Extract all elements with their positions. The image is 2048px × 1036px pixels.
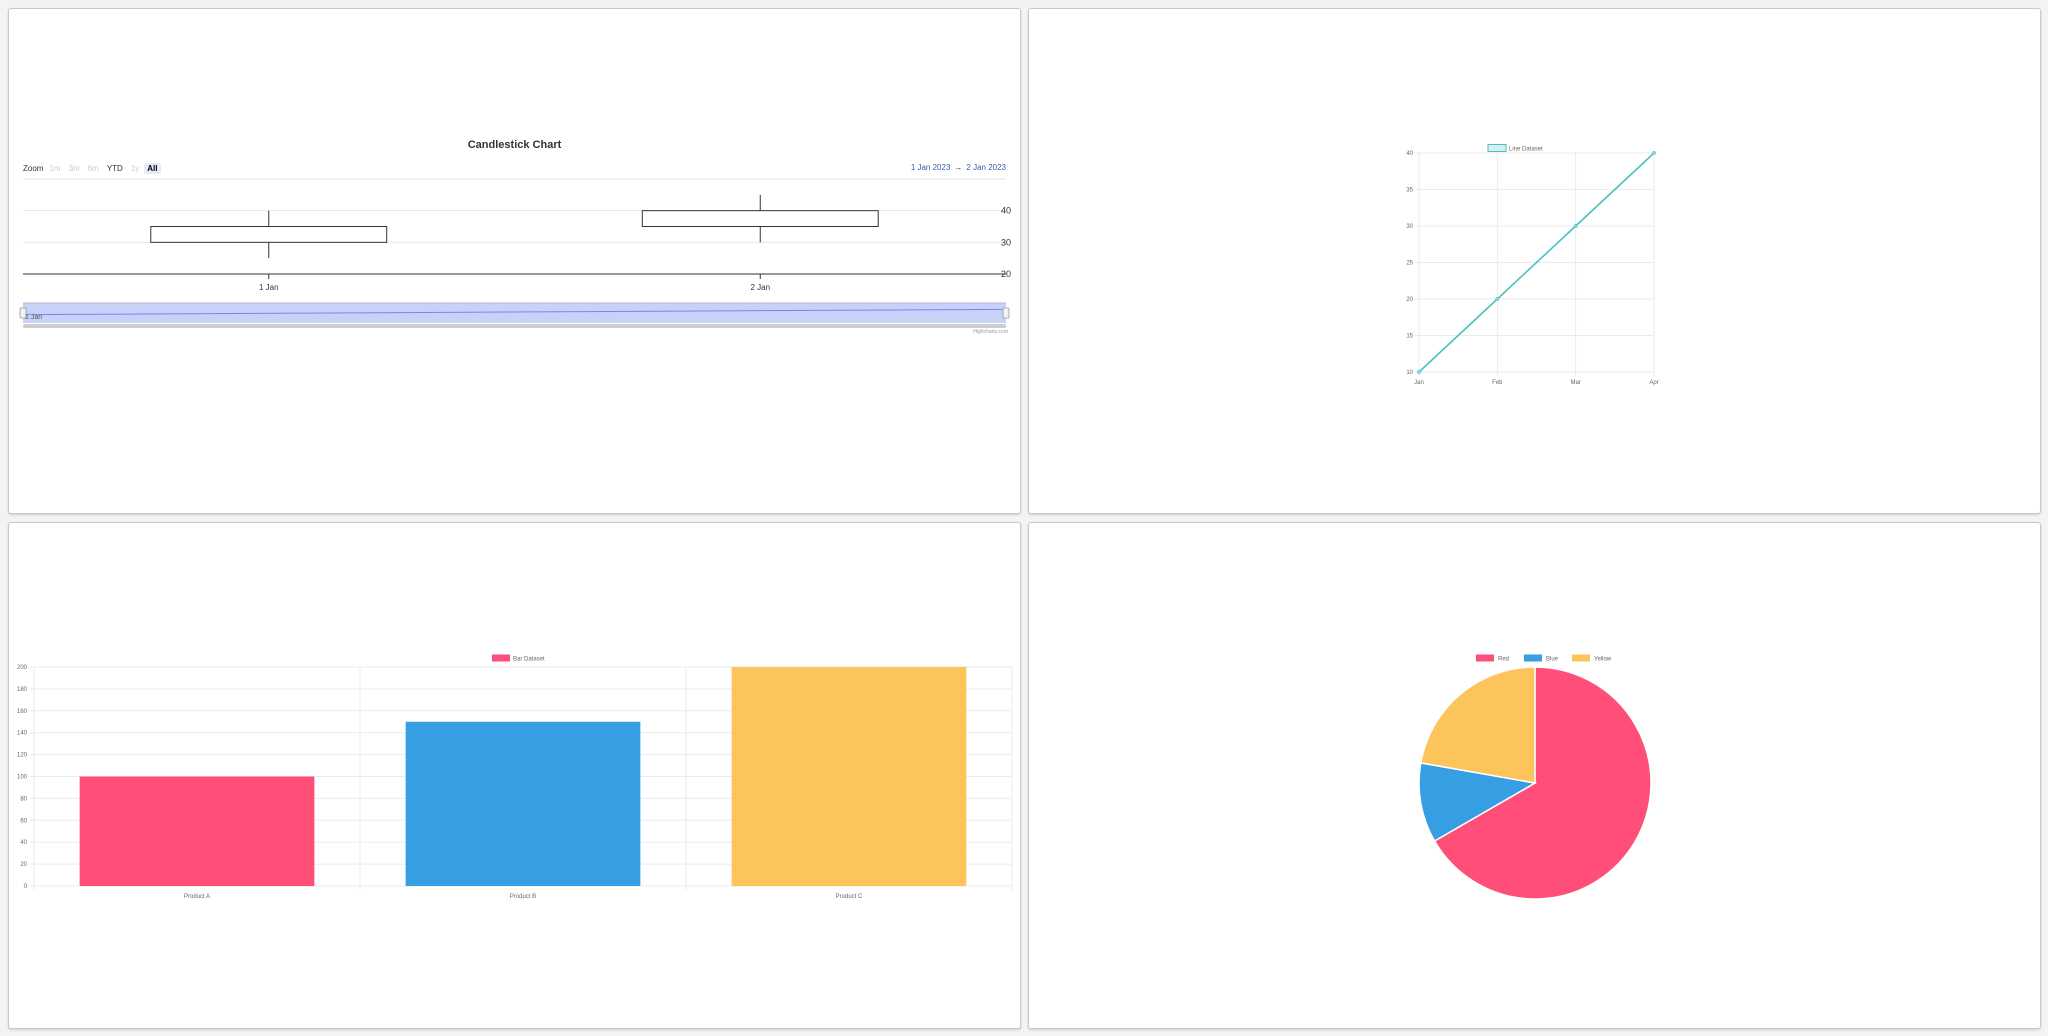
legend-swatch bbox=[1524, 654, 1542, 662]
bar bbox=[405, 721, 641, 886]
y-tick-label: 20 bbox=[20, 862, 27, 868]
y-tick-label: 100 bbox=[17, 775, 28, 781]
credits-link[interactable]: Highcharts.com bbox=[973, 329, 1008, 335]
line-point bbox=[1495, 297, 1500, 301]
y-tick-label: 120 bbox=[17, 753, 28, 759]
x-tick-label: Apr bbox=[1649, 380, 1658, 386]
bar-panel: 0 20 40 60 80 100 120 140 160 180 200 Product A Prod… bbox=[8, 522, 1021, 1029]
y-tick-label: 40 bbox=[20, 840, 27, 846]
legend-label: Yellow bbox=[1594, 657, 1612, 663]
legend-swatch bbox=[492, 654, 510, 662]
y-tick-label: 80 bbox=[20, 796, 27, 802]
x-tick-label: Product B bbox=[510, 894, 536, 900]
pie-panel: Red Blue Yellow bbox=[1028, 522, 2041, 1029]
candle-body bbox=[150, 226, 388, 243]
y-tick-label: 40 bbox=[1406, 151, 1413, 157]
navigator-label: 1 Jan bbox=[25, 314, 42, 321]
x-tick-label: Jan bbox=[1414, 380, 1424, 386]
candlestick-chart: 2030401 Jan 2 Jan1 Jan bbox=[19, 178, 1011, 328]
bar-chart: 0 20 40 60 80 100 120 140 160 180 200 Product A Prod… bbox=[17, 654, 1013, 900]
y-tick-label: 10 bbox=[1406, 370, 1413, 376]
legend-swatch bbox=[1476, 654, 1494, 662]
candle-body bbox=[641, 210, 879, 228]
x-tick-label: Mar bbox=[1570, 380, 1580, 386]
legend-label: Blue bbox=[1546, 657, 1559, 663]
candlestick-panel: Candlestick Chart Zoom 1m 3m 6m YTD 1y All 1 … bbox=[8, 8, 1021, 514]
legend-swatch bbox=[1572, 654, 1590, 662]
line-chart: 10 15 20 25 30 35 40 Jan Feb Mar Apr Line Dataset bbox=[1406, 144, 1659, 386]
y-tick-label: 140 bbox=[17, 731, 28, 737]
line-point bbox=[1652, 151, 1656, 155]
x-tick-label: Product A bbox=[184, 894, 210, 900]
line-point bbox=[1573, 224, 1578, 228]
y-tick-label: 60 bbox=[20, 818, 27, 824]
y-tick-label: 30 bbox=[1406, 224, 1413, 230]
y-tick-label: 0 bbox=[24, 884, 28, 890]
y-tick-label: 35 bbox=[1406, 188, 1413, 194]
y-tick-label: 160 bbox=[17, 709, 28, 715]
y-tick-label: 180 bbox=[17, 687, 28, 693]
x-tick-label: 2 Jan bbox=[750, 283, 770, 292]
y-tick-label: 20 bbox=[1406, 297, 1413, 303]
x-tick-label: Product C bbox=[836, 894, 863, 900]
y-tick-label: 30 bbox=[1001, 237, 1011, 247]
bar bbox=[79, 776, 315, 886]
bar bbox=[731, 667, 967, 886]
legend-label: Bar Dataset bbox=[513, 657, 545, 663]
line-point bbox=[1417, 370, 1421, 374]
y-tick-label: 40 bbox=[1001, 206, 1011, 216]
line-panel: 10 15 20 25 30 35 40 Jan Feb Mar Apr Line Dataset bbox=[1028, 8, 2041, 514]
y-tick-label: 15 bbox=[1406, 334, 1413, 340]
x-tick-label: 1 Jan bbox=[259, 283, 279, 292]
y-tick-label: 25 bbox=[1406, 261, 1413, 267]
navigator-scrollbar bbox=[23, 324, 1006, 328]
y-tick-label: 200 bbox=[17, 665, 28, 671]
legend-label: Line Dataset bbox=[1509, 147, 1543, 153]
x-tick-label: Feb bbox=[1492, 380, 1503, 386]
pie-slice bbox=[1419, 666, 1536, 784]
navigator-handle bbox=[1002, 307, 1010, 319]
navigator-mask bbox=[23, 303, 1006, 323]
legend-swatch bbox=[1487, 144, 1507, 152]
pie-chart: Red Blue Yellow bbox=[1418, 654, 1652, 900]
navigator-handle bbox=[19, 307, 27, 319]
legend-label: Red bbox=[1498, 657, 1509, 663]
